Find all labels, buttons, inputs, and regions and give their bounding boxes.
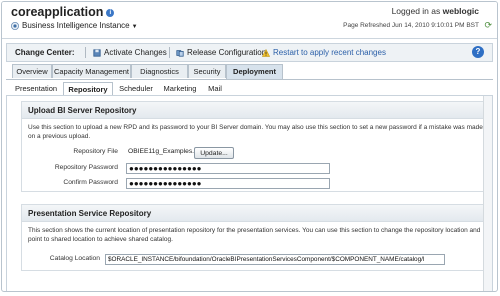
subtab-presentation[interactable]: Presentation	[12, 82, 60, 95]
header-divider	[2, 38, 497, 39]
catalog-location-field[interactable]: $ORACLE_INSTANCE/bifoundation/OracleBIPr…	[105, 254, 445, 265]
tab-deployment[interactable]: Deployment	[226, 64, 283, 80]
activate-changes-button[interactable]: Activate Changes	[93, 48, 167, 57]
section-description: Use this section to upload a new RPD and…	[28, 124, 483, 140]
repository-password-field[interactable]: ●●●●●●●●●●●●●●●	[126, 163, 330, 174]
chevron-down-icon: ▼	[131, 24, 138, 30]
tabbar-line	[6, 79, 493, 80]
app-title-text: coreapplication	[11, 5, 104, 19]
release-configuration-label: Release Configuration	[187, 48, 267, 57]
tab-overview[interactable]: Overview	[12, 64, 52, 78]
console-frame: coreapplication i Business Intelligence I…	[1, 1, 498, 292]
subtab-marketing[interactable]: Marketing	[160, 82, 200, 95]
logged-in-label: Logged in as	[391, 6, 441, 16]
section-header: Upload BI Server Repository	[22, 102, 489, 119]
subtab-repository[interactable]: Repository	[63, 82, 113, 95]
tab-security[interactable]: Security	[188, 64, 226, 78]
bi-instance-label: Business Intelligence Instance	[22, 21, 130, 30]
release-configuration-button[interactable]: Release Configuration	[176, 48, 266, 57]
subtab-scheduler[interactable]: Scheduler	[116, 82, 156, 95]
section-description: This section shows the current location …	[28, 227, 481, 243]
activate-changes-icon	[93, 49, 101, 57]
confirm-password-field[interactable]: ●●●●●●●●●●●●●●●	[126, 178, 330, 189]
restart-message-label: Restart to apply recent changes	[273, 48, 386, 57]
release-configuration-icon	[176, 50, 184, 57]
update-button[interactable]: Update...	[194, 147, 234, 159]
toolbar-separator	[169, 47, 170, 58]
repository-file-label: Repository File	[73, 148, 118, 155]
content-panel: Upload BI Server Repository Use this sec…	[6, 95, 493, 291]
change-center-bar: Change Center: Activate Changes Release …	[6, 43, 493, 62]
activate-changes-label: Activate Changes	[104, 48, 167, 57]
toolbar-separator	[85, 47, 86, 58]
bi-instance-menu[interactable]: Business Intelligence Instance ▼	[11, 21, 138, 30]
tab-capacity-management[interactable]: Capacity Management	[52, 64, 131, 78]
logged-in-user[interactable]: weblogic	[443, 6, 479, 16]
bi-instance-icon	[11, 21, 19, 30]
vertical-scrollbar[interactable]	[483, 96, 492, 291]
help-icon[interactable]: ?	[472, 46, 484, 58]
section-header: Presentation Service Repository	[22, 205, 489, 222]
header: coreapplication i Business Intelligence I…	[2, 2, 497, 39]
refresh-icon[interactable]: ⟳	[484, 20, 492, 31]
app-title: coreapplication i	[11, 5, 115, 19]
subtab-mail[interactable]: Mail	[204, 82, 226, 95]
tab-diagnostics[interactable]: Diagnostics	[131, 64, 188, 78]
section-title: Upload BI Server Repository	[28, 106, 137, 115]
info-icon[interactable]: i	[106, 8, 115, 17]
presentation-repository-section: Presentation Service Repository This sec…	[21, 204, 490, 271]
section-title: Presentation Service Repository	[28, 209, 152, 218]
logged-in-info: Logged in as weblogic	[392, 6, 479, 16]
change-center-label: Change Center:	[15, 48, 75, 57]
catalog-location-label: Catalog Location	[49, 255, 100, 262]
restart-message[interactable]: Restart to apply recent changes	[262, 48, 386, 57]
warning-icon	[262, 48, 270, 57]
confirm-password-label: Confirm Password	[63, 179, 118, 186]
page-refreshed: Page Refreshed Jun 14, 2010 9:10:01 PM B…	[343, 22, 479, 29]
repository-password-label: Repository Password	[54, 164, 118, 171]
repository-file-value: OBIEE11g_Examples.rpd	[128, 148, 204, 155]
upload-repository-section: Upload BI Server Repository Use this sec…	[21, 101, 490, 192]
